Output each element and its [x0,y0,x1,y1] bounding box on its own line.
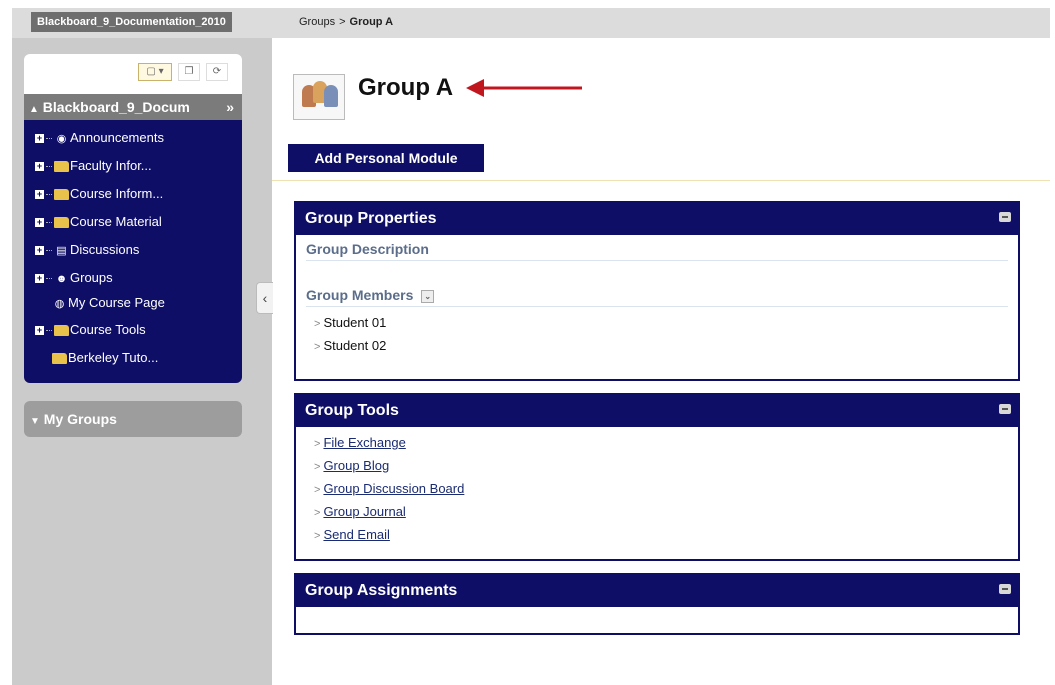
group-tools-module: Group Tools > File Exchange > Group Blog >… [294,393,1020,561]
sidebar-item-course-material[interactable]: + Course Material [24,211,162,233]
sidebar-item-label: Groups [70,270,113,285]
module-title: Group Tools [305,402,399,419]
breadcrumb-bar: Blackboard_9_Documentation_2010 Groups > G… [12,8,1050,38]
folder-icon [54,325,69,337]
send-email-link[interactable]: Send Email [323,527,389,542]
list-item: > Group Journal [314,500,1018,523]
sidebar-item-label: Berkeley Tuto... [68,350,159,365]
annotation-arrow-icon [466,79,582,97]
collapse-sidebar-handle[interactable]: ‹ [256,282,273,314]
refresh-icon[interactable]: ⟳ [206,63,228,81]
arrow-icon: > [314,507,321,519]
group-members-heading: Group Members ⌄ [306,281,1008,307]
list-item: > Group Blog [314,454,1018,477]
chevron-down-icon: ▼ [30,416,40,427]
sidebar-item-label: Announcements [70,130,164,145]
announcement-icon: ◉ [56,132,67,145]
folder-view-icon[interactable]: ▢ ▾ [138,63,172,81]
list-item: > Group Discussion Board [314,477,1018,500]
folder-icon [52,353,67,365]
minimize-icon[interactable] [999,584,1011,594]
course-menu-toolbar: ▢ ▾ ❐ ⟳ [24,54,242,94]
expand-icon[interactable]: » [226,94,234,120]
arrow-icon: > [314,530,321,542]
divider [272,180,1050,181]
globe-icon: ◍ [54,297,65,310]
groups-icon: ☻ [55,272,68,285]
file-exchange-link[interactable]: File Exchange [323,435,405,450]
course-breadcrumb[interactable]: Blackboard_9_Documentation_2010 [31,12,232,32]
sidebar-item-label: Course Tools [70,322,146,337]
group-description-heading: Group Description [306,235,1008,261]
arrow-icon: > [314,318,321,330]
arrow-icon: > [314,341,321,353]
page-title: Group A [358,74,454,101]
my-groups-label: My Groups [43,411,117,427]
add-personal-module-button[interactable]: Add Personal Module [288,144,484,172]
breadcrumb-separator: > [339,16,346,28]
group-icon [293,74,345,120]
collapse-up-icon[interactable]: ▲ [29,104,39,115]
sidebar-item-label: Course Inform... [70,186,164,201]
breadcrumb-groups-link[interactable]: Groups [299,16,335,28]
expand-plus-icon[interactable]: + [35,274,44,284]
folder-icon [54,217,69,229]
new-window-icon[interactable]: ❐ [178,63,200,81]
expand-plus-icon[interactable]: + [35,134,44,144]
list-item: > Student 01 [314,311,1018,334]
sidebar-item-my-course-page[interactable]: ◍ My Course Page [24,292,165,314]
sidebar-item-label: My Course Page [68,295,165,310]
list-item: > Send Email [314,523,1018,546]
breadcrumb-current: Group A [349,16,394,28]
group-properties-module: Group Properties Group Description Group… [294,201,1020,381]
sidebar-item-announcements[interactable]: + ◉ Announcements [24,127,164,149]
expand-plus-icon[interactable]: + [35,246,44,256]
folder-icon [54,161,69,173]
arrow-icon: > [314,438,321,450]
breadcrumb: Groups > Group A [299,12,393,32]
group-discussion-board-link[interactable]: Group Discussion Board [323,481,464,496]
sidebar-item-berkeley-tutor[interactable]: Berkeley Tuto... [24,347,158,369]
sidebar-item-label: Course Material [70,214,162,229]
discussion-icon: ▤ [56,244,67,257]
arrow-icon: > [314,461,321,473]
module-header: Group Tools [296,395,1018,427]
member-name: Student 01 [323,315,387,330]
sidebar-item-course-info[interactable]: + Course Inform... [24,183,163,205]
group-journal-link[interactable]: Group Journal [323,504,405,519]
menu-view-tools: ▢ ▾ ❐ ⟳ [138,63,228,81]
expand-plus-icon[interactable]: + [35,162,44,172]
sidebar-item-faculty-info[interactable]: + Faculty Infor... [24,155,152,177]
sidebar-item-course-tools[interactable]: + Course Tools [24,319,146,341]
module-title: Group Properties [305,210,437,227]
minimize-icon[interactable] [999,404,1011,414]
module-header: Group Properties [296,203,1018,235]
course-menu-header[interactable]: ▲ Blackboard_9_Docum » [24,94,242,120]
module-header: Group Assignments [296,575,1018,607]
group-blog-link[interactable]: Group Blog [323,458,389,473]
folder-icon [54,189,69,201]
course-menu: + ◉ Announcements + Faculty Infor... + Cours… [24,120,242,383]
sidebar-item-discussions[interactable]: + ▤ Discussions [24,239,139,261]
section-heading-label: Group Members [306,287,414,303]
section-heading-label: Group Description [306,241,429,257]
minimize-icon[interactable] [999,212,1011,222]
module-title: Group Assignments [305,582,458,599]
arrow-icon: > [314,484,321,496]
expand-plus-icon[interactable]: + [35,190,44,200]
sidebar-item-groups[interactable]: + ☻ Groups [24,267,113,289]
list-item: > File Exchange [314,431,1018,454]
sidebar-item-label: Discussions [70,242,140,257]
expand-plus-icon[interactable]: + [35,218,44,228]
group-assignments-module: Group Assignments [294,573,1020,635]
course-menu-title: Blackboard_9_Docum [42,99,190,115]
sidebar-item-label: Faculty Infor... [70,158,152,173]
expand-plus-icon[interactable]: + [35,326,44,336]
member-name: Student 02 [323,338,387,353]
list-item: > Student 02 [314,334,1018,357]
collapse-icon[interactable]: ⌄ [421,289,435,303]
my-groups-panel[interactable]: ▼ My Groups [24,401,242,437]
